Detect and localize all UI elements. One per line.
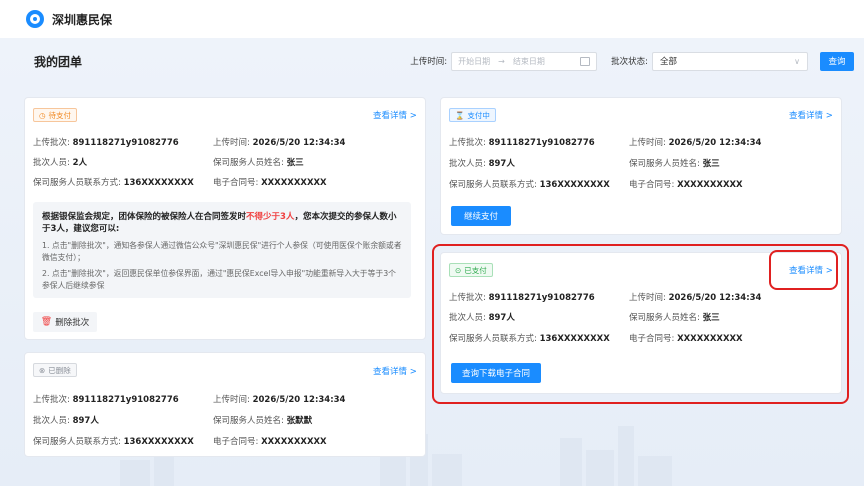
chevron-down-icon: ∨	[794, 56, 800, 66]
close-circle-icon: ⊗	[39, 365, 46, 375]
upload-time-field: 上传时间: 2026/5/20 12:34:34	[629, 138, 762, 148]
header-row: 我的团单 上传时间: 开始日期 → 结束日期 批次状态: 全部 ∨ 查询	[20, 46, 854, 76]
continue-payment-button[interactable]: 继续支付	[451, 206, 511, 226]
notice-item: 1. 点击"删除批次"，通知各参保人通过微信公众号"深圳惠民保"进行个人参保（可…	[42, 241, 402, 262]
batch-no-field: 上传批次: 891118271y91082776	[449, 138, 595, 148]
trash-icon: 🗑	[40, 317, 53, 327]
contract-no-field: 电子合同号: XXXXXXXXXX	[629, 180, 743, 190]
notice-box: 根据银保监会规定，团体保险的被保险人在合同签发时不得少于3人，您本次提交的参保人…	[33, 202, 411, 298]
delete-batch-button[interactable]: 🗑 删除批次	[33, 312, 97, 332]
status-badge-label: 待支付	[48, 110, 72, 120]
batch-card-paying: ⌛ 支付中 查看详情 > 上传批次: 891118271y91082776 上传…	[440, 97, 842, 235]
batch-card-pending: ◷ 待支付 查看详情 > 上传批次: 891118271y91082776 上传…	[24, 97, 426, 340]
date-range-picker[interactable]: 开始日期 → 结束日期	[451, 51, 598, 71]
delete-batch-label: 删除批次	[55, 318, 90, 328]
query-button[interactable]: 查询	[820, 51, 854, 71]
end-date-input[interactable]: 结束日期	[513, 56, 545, 67]
status-badge: ◷ 待支付	[33, 108, 78, 122]
contract-no-field: 电子合同号: XXXXXXXXXX	[213, 178, 327, 188]
staff-phone-field: 保司服务人员联系方式: 136XXXXXXXX	[449, 180, 610, 190]
range-arrow-icon: →	[498, 56, 505, 66]
status-badge-label: 已删除	[48, 365, 71, 375]
upload-time-field: 上传时间: 2026/5/20 12:34:34	[213, 138, 346, 148]
batch-card-deleted: ⊗ 已删除 查看详情 > 上传批次: 891118271y91082776 上传…	[24, 352, 426, 457]
highlight-outline-detail-link	[769, 250, 838, 290]
batch-no-field: 上传批次: 891118271y91082776	[33, 395, 179, 405]
top-bar: 深圳惠民保	[0, 0, 864, 38]
staff-name-field: 保司服务人员姓名: 张三	[629, 159, 720, 169]
upload-time-field: 上传时间: 2026/5/20 12:34:34	[213, 395, 346, 405]
batch-people-field: 批次人员: 897人	[449, 159, 515, 169]
staff-name-field: 保司服务人员姓名: 张三	[213, 158, 304, 168]
contract-no-field: 电子合同号: XXXXXXXXXX	[213, 437, 327, 447]
staff-name-field: 保司服务人员姓名: 张默默	[213, 416, 313, 426]
staff-phone-field: 保司服务人员联系方式: 136XXXXXXXX	[33, 437, 194, 447]
status-badge-label: 支付中	[467, 110, 490, 120]
page-title: 我的团单	[34, 54, 83, 69]
app-title: 深圳惠民保	[52, 12, 113, 27]
staff-phone-field: 保司服务人员联系方式: 136XXXXXXXX	[33, 178, 194, 188]
upload-time-label: 上传时间:	[410, 57, 448, 67]
view-details-link[interactable]: 查看详情 >	[373, 109, 417, 121]
start-date-input[interactable]: 开始日期	[458, 56, 490, 67]
view-details-link[interactable]: 查看详情 >	[373, 365, 417, 377]
batch-no-field: 上传批次: 891118271y91082776	[33, 138, 179, 148]
batch-status-value: 全部	[660, 57, 678, 67]
notice-item: 2. 点击"删除批次"，返回惠民保单位参保界面，通过"惠民保Excel导入申报"…	[42, 269, 396, 290]
status-badge: ⊗ 已删除	[33, 363, 77, 377]
batch-people-field: 批次人员: 897人	[33, 416, 99, 426]
status-badge: ⌛ 支付中	[449, 108, 496, 122]
clock-icon: ◷	[39, 110, 46, 120]
app-logo-icon	[26, 10, 44, 28]
hourglass-icon: ⌛	[455, 110, 465, 120]
filter-bar: 上传时间: 开始日期 → 结束日期 批次状态: 全部 ∨ 查询	[410, 46, 854, 76]
batch-status-select[interactable]: 全部 ∨	[652, 51, 808, 71]
view-details-link[interactable]: 查看详情 >	[789, 109, 833, 121]
calendar-icon	[580, 56, 591, 66]
notice-title: 根据银保监会规定，团体保险的被保险人在合同签发时不得少于3人，您本次提交的参保人…	[42, 212, 397, 234]
batch-status-label: 批次状态:	[611, 57, 648, 67]
batch-people-field: 批次人员: 2人	[33, 158, 87, 168]
